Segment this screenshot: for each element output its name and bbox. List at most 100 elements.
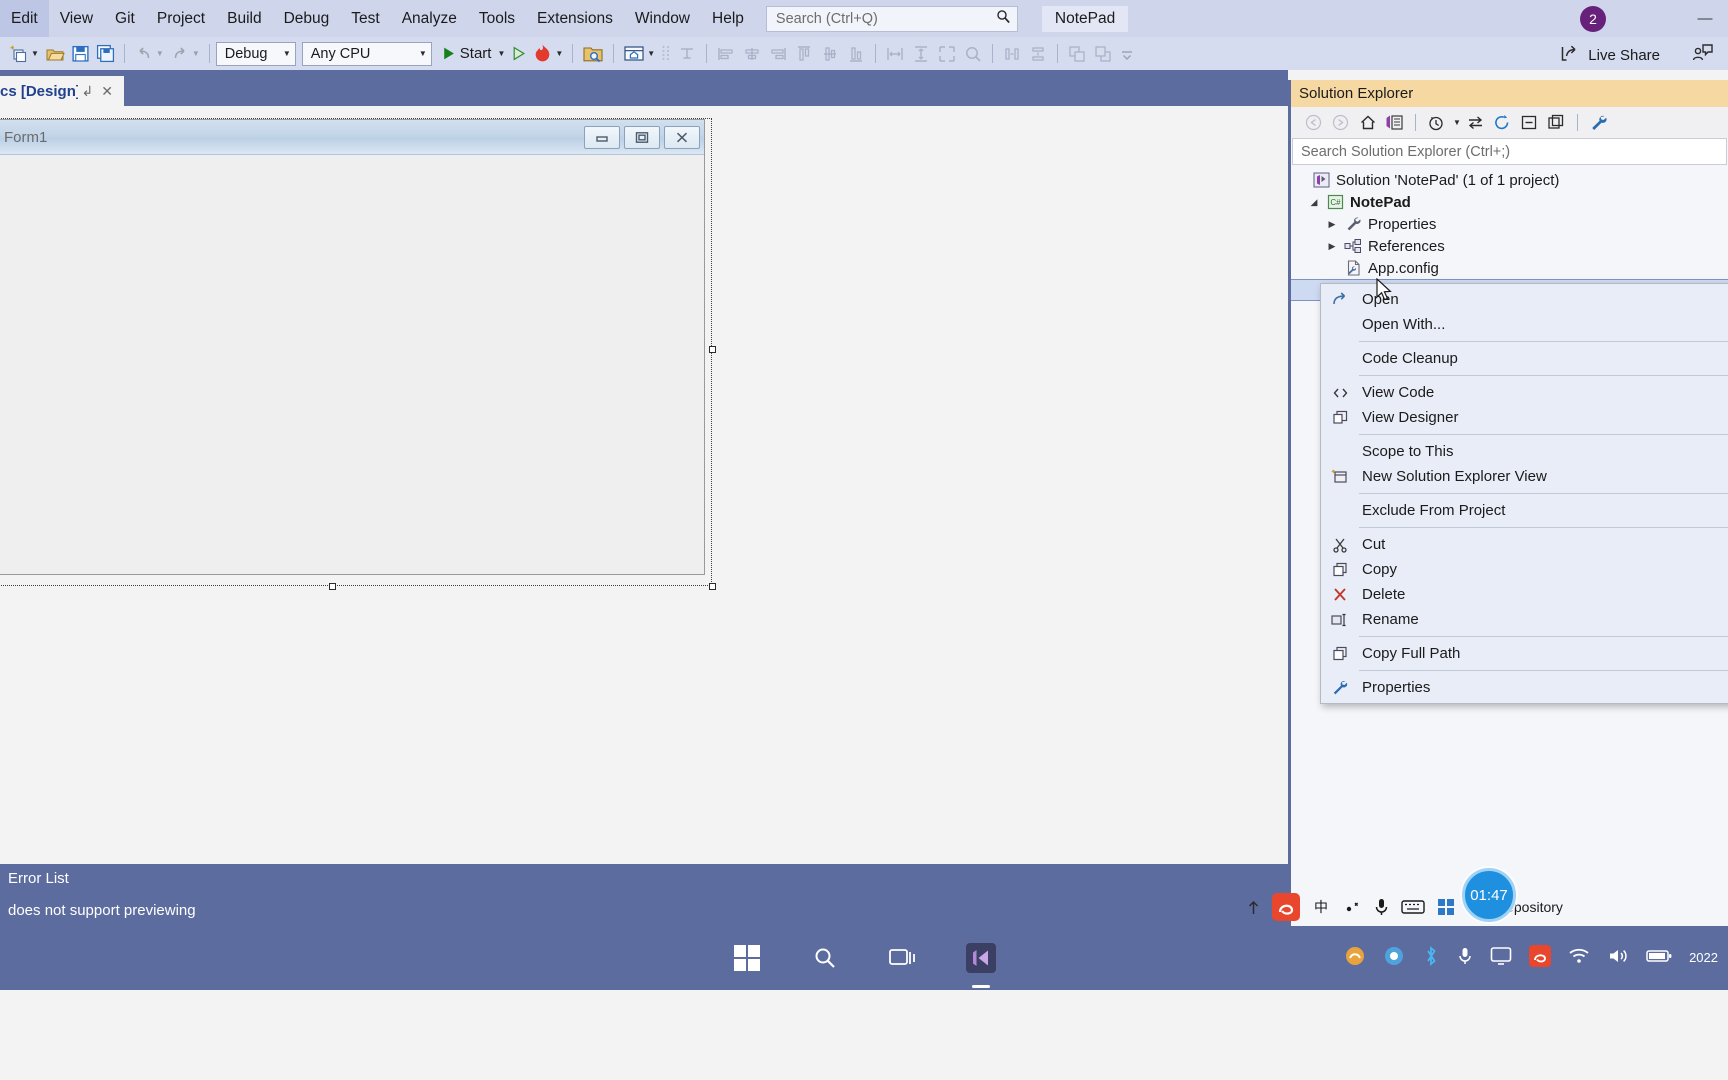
vertical-spacing-button[interactable]	[1025, 40, 1051, 67]
expander-icon[interactable]: ▶	[1323, 241, 1341, 252]
context-menu-item-cut[interactable]: Cut	[1321, 532, 1728, 557]
ime-grid-icon[interactable]	[1436, 897, 1456, 917]
properties-wrench-icon[interactable]	[1586, 110, 1611, 135]
tree-node-app-config[interactable]: App.config	[1291, 257, 1728, 279]
zoom-button[interactable]	[960, 40, 986, 67]
tab-form-designer[interactable]: cs [Design] ↲ ✕	[0, 76, 124, 106]
menu-item-test[interactable]: Test	[340, 0, 390, 37]
solution-configuration-select[interactable]: Debug ▼	[215, 41, 296, 66]
expander-icon[interactable]: ▶	[1323, 219, 1341, 230]
global-search-input[interactable]: Search (Ctrl+Q)	[765, 5, 1018, 32]
solution-explorer-search-input[interactable]: Search Solution Explorer (Ctrl+;)	[1292, 138, 1727, 165]
tree-node-solution[interactable]: Solution 'NotePad' (1 of 1 project)	[1291, 169, 1728, 191]
context-menu-item-rename[interactable]: Rename	[1321, 607, 1728, 632]
battery-icon[interactable]	[1646, 949, 1672, 967]
home-icon[interactable]	[1355, 110, 1380, 135]
size-to-grid-button[interactable]	[934, 40, 960, 67]
tree-node-project-notepad[interactable]: ◢ C# NotePad	[1291, 191, 1728, 213]
solution-explorer-view-icon[interactable]	[1382, 110, 1407, 135]
sync-with-active-document-icon[interactable]	[1463, 110, 1488, 135]
tree-node-references[interactable]: ▶ References	[1291, 235, 1728, 257]
keyboard-icon[interactable]	[1401, 898, 1425, 916]
clock-badge[interactable]: 01:47	[1462, 868, 1516, 922]
align-tops-button[interactable]	[791, 40, 817, 67]
horizontal-spacing-button[interactable]	[999, 40, 1025, 67]
undo-button[interactable]: ▼	[131, 40, 167, 67]
preview-window-button[interactable]: ▼	[620, 40, 658, 67]
collapse-all-icon[interactable]	[1517, 110, 1542, 135]
sogou-ime-icon[interactable]	[1272, 893, 1300, 921]
drag-handle[interactable]	[658, 40, 674, 67]
error-list-pane[interactable]: Error List does not support previewing	[0, 864, 1288, 926]
form-designer-surface[interactable]: Form1	[0, 106, 1288, 864]
show-all-files-icon[interactable]	[1544, 110, 1569, 135]
new-project-button[interactable]: ▼	[6, 40, 42, 67]
save-button[interactable]	[68, 40, 93, 67]
align-bottoms-button[interactable]	[843, 40, 869, 67]
context-menu[interactable]: Open Open With... Code Cleanup View Code…	[1320, 283, 1728, 704]
pin-icon[interactable]: ↲	[78, 83, 98, 100]
menu-item-project[interactable]: Project	[146, 0, 216, 37]
ime-punctuation-icon[interactable]	[1342, 897, 1362, 917]
volume-icon[interactable]	[1607, 947, 1629, 969]
close-icon[interactable]: ✕	[97, 83, 117, 100]
ime-chinese-icon[interactable]: 中	[1311, 897, 1331, 917]
select-window-button[interactable]	[579, 40, 607, 67]
taskbar-date[interactable]: 2022	[1689, 950, 1718, 966]
resize-handle-bottom-right[interactable]	[709, 583, 716, 590]
account-badge[interactable]: 2	[1580, 6, 1606, 32]
form-close-button[interactable]	[664, 125, 700, 149]
open-file-button[interactable]	[42, 40, 68, 67]
menu-item-edit[interactable]: Edit	[0, 0, 49, 37]
hot-reload-button[interactable]: ▼	[529, 40, 566, 67]
forward-icon[interactable]	[1328, 110, 1353, 135]
context-menu-item-open-with[interactable]: Open With...	[1321, 312, 1728, 337]
context-menu-item-delete[interactable]: Delete	[1321, 582, 1728, 607]
start-button-icon[interactable]	[725, 936, 769, 980]
menu-item-tools[interactable]: Tools	[468, 0, 526, 37]
toolbar-overflow-button[interactable]	[1116, 40, 1138, 67]
expander-icon[interactable]: ◢	[1305, 197, 1323, 208]
menu-item-window[interactable]: Window	[624, 0, 701, 37]
menu-item-view[interactable]: View	[49, 0, 104, 37]
tray-app-two-icon[interactable]	[1383, 945, 1405, 971]
wifi-icon[interactable]	[1568, 947, 1590, 969]
tray-app-one-icon[interactable]	[1344, 945, 1366, 971]
context-menu-item-new-solution-explorer-view[interactable]: New Solution Explorer View	[1321, 464, 1728, 489]
menu-item-extensions[interactable]: Extensions	[526, 0, 624, 37]
align-centers-button[interactable]	[739, 40, 765, 67]
menu-item-debug[interactable]: Debug	[273, 0, 341, 37]
solution-platform-select[interactable]: Any CPU ▼	[301, 41, 432, 66]
context-menu-item-properties[interactable]: Properties	[1321, 675, 1728, 700]
solution-explorer-header[interactable]: Solution Explorer	[1291, 80, 1728, 107]
form-maximize-button[interactable]	[624, 125, 660, 149]
make-same-height-button[interactable]	[908, 40, 934, 67]
align-middles-button[interactable]	[817, 40, 843, 67]
minimize-button[interactable]: —	[1682, 0, 1728, 37]
context-menu-item-view-code[interactable]: View Code	[1321, 380, 1728, 405]
start-without-debugging-button[interactable]	[508, 40, 529, 67]
form-client-area[interactable]	[0, 155, 704, 574]
visual-studio-taskbar-icon[interactable]	[959, 936, 1003, 980]
back-icon[interactable]	[1301, 110, 1326, 135]
align-rights-button[interactable]	[765, 40, 791, 67]
context-menu-item-exclude-from-project[interactable]: Exclude From Project	[1321, 498, 1728, 523]
save-all-button[interactable]	[93, 40, 118, 67]
redo-button[interactable]: ▼	[167, 40, 203, 67]
resize-handle-right[interactable]	[709, 346, 716, 353]
menu-item-help[interactable]: Help	[701, 0, 755, 37]
context-menu-item-copy[interactable]: Copy	[1321, 557, 1728, 582]
align-to-grid-button[interactable]	[674, 40, 700, 67]
pending-changes-icon[interactable]	[1424, 110, 1449, 135]
menu-item-build[interactable]: Build	[216, 0, 272, 37]
menu-item-analyze[interactable]: Analyze	[391, 0, 468, 37]
form-minimize-button[interactable]	[584, 125, 620, 149]
menu-item-git[interactable]: Git	[104, 0, 146, 37]
form-preview[interactable]: Form1	[0, 119, 705, 575]
bluetooth-icon[interactable]	[1422, 945, 1440, 971]
bring-to-front-button[interactable]	[1064, 40, 1090, 67]
resize-handle-bottom[interactable]	[329, 583, 336, 590]
microphone-icon[interactable]	[1373, 897, 1390, 917]
tree-node-properties[interactable]: ▶ Properties	[1291, 213, 1728, 235]
live-share-button[interactable]: Live Share	[1554, 41, 1666, 70]
